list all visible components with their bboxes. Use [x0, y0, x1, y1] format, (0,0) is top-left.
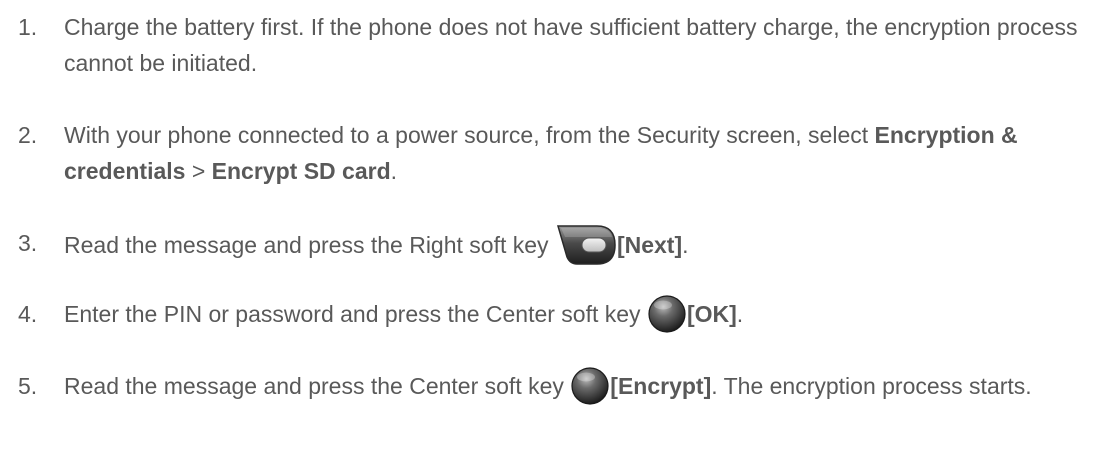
step-number: 1.: [18, 14, 38, 40]
step-2: 2. With your phone connected to a power …: [18, 117, 1103, 189]
step-number: 5.: [18, 373, 38, 399]
step-text-end: . The encryption process starts.: [711, 373, 1032, 400]
step-body: Read the message and press the Center so…: [64, 366, 1103, 408]
step-number: 4.: [18, 301, 38, 327]
menu-path-encrypt-sd-card: Encrypt SD card: [211, 158, 391, 184]
center-soft-key-icon: [570, 366, 610, 406]
step-5: 5. Read the message and press the Center…: [18, 366, 1103, 408]
step-1: 1. Charge the battery first. If the phon…: [18, 9, 1103, 81]
step-text: Charge the battery first. If the phone d…: [64, 14, 1078, 76]
step-number: 2.: [18, 122, 38, 148]
step-text-end: .: [736, 301, 744, 328]
ok-key-label: [OK]: [686, 301, 737, 328]
step-text-end: .: [682, 232, 689, 259]
next-key-label: [Next]: [616, 232, 683, 259]
step-text-end: .: [390, 158, 398, 184]
encrypt-key-label: [Encrypt]: [610, 373, 712, 400]
step-text: Read the message and press the Right sof…: [64, 232, 555, 259]
step-body: Read the message and press the Right sof…: [64, 225, 1103, 269]
step-text: Read the message and press the Center so…: [64, 373, 571, 400]
menu-path-separator: >: [185, 158, 212, 184]
step-3: 3. Read the message and press the Right …: [18, 225, 1103, 269]
center-soft-key-icon: [647, 294, 687, 334]
right-soft-key-icon: [555, 223, 617, 267]
step-text: With your phone connected to a power sou…: [64, 122, 875, 148]
step-text: Enter the PIN or password and press the …: [64, 301, 647, 328]
step-body: Enter the PIN or password and press the …: [64, 294, 1103, 336]
step-4: 4. Enter the PIN or password and press t…: [18, 294, 1103, 336]
step-number: 3.: [18, 230, 38, 256]
step-body: With your phone connected to a power sou…: [64, 117, 1103, 189]
